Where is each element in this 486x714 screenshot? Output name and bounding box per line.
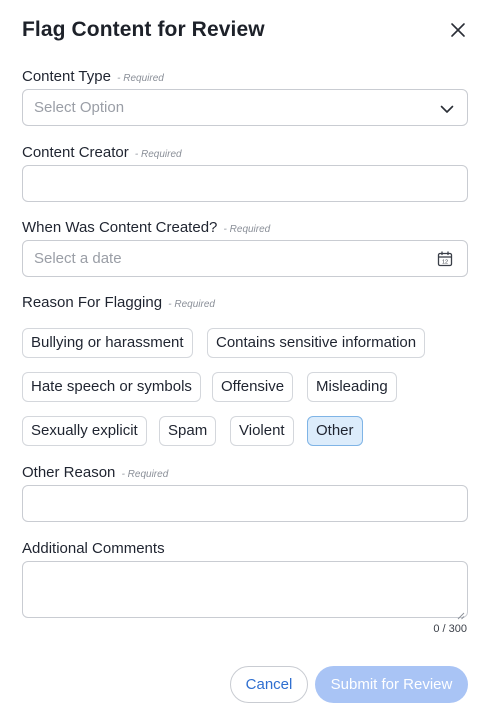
content-creator-label: Content Creator - Required [22,144,182,161]
content-type-label: Content Type - Required [22,68,164,85]
cancel-button[interactable]: Cancel [230,666,308,703]
required-tag: - Required [223,224,271,235]
content-creator-label-text: Content Creator [22,144,129,161]
other-reason-input[interactable] [23,486,467,521]
content-type-select[interactable]: Select Option [22,89,468,126]
reason-chip-hate-speech[interactable]: Hate speech or symbols [22,372,201,402]
required-tag: - Required [168,299,215,310]
other-reason-field[interactable] [22,485,468,522]
calendar-icon[interactable]: 12 [436,250,454,268]
reason-chip-sexually-explicit[interactable]: Sexually explicit [22,416,147,446]
dialog-title: Flag Content for Review [22,18,265,41]
reason-chip-offensive[interactable]: Offensive [212,372,294,402]
reason-chip-other[interactable]: Other [307,416,363,446]
other-reason-label-text: Other Reason [22,464,116,481]
reason-chip-sensitive-info[interactable]: Contains sensitive information [207,328,426,358]
reason-label-text: Reason For Flagging [22,294,163,311]
content-creator-input[interactable] [23,166,467,201]
content-type-label-text: Content Type [22,68,111,85]
created-date-label-text: When Was Content Created? [22,219,218,236]
close-icon[interactable] [448,20,468,40]
additional-comments-textarea[interactable] [22,561,468,620]
chevron-down-icon[interactable] [439,101,455,117]
created-date-placeholder: Select a date [34,250,122,267]
reason-chip-misleading[interactable]: Misleading [307,372,397,402]
required-tag: - Required [117,73,164,84]
created-date-label: When Was Content Created? - Required [22,219,270,236]
character-counter: 0 / 300 [433,623,467,635]
flag-content-dialog: Flag Content for Review Content Type - R… [0,0,486,714]
content-type-placeholder: Select Option [34,99,125,116]
created-date-picker[interactable]: Select a date 12 [22,240,468,277]
resize-grip-icon[interactable] [457,607,465,620]
other-reason-label: Other Reason - Required [22,464,168,481]
additional-comments-label: Additional Comments [22,540,165,557]
required-tag: - Required [121,469,169,480]
reason-chip-bullying[interactable]: Bullying or harassment [22,328,193,358]
reason-chip-violent[interactable]: Violent [230,416,294,446]
reason-label: Reason For Flagging - Required [22,294,215,311]
required-tag: - Required [134,149,182,160]
calendar-day-number: 12 [442,260,448,266]
reason-chip-spam[interactable]: Spam [159,416,217,446]
content-creator-field[interactable] [22,165,468,202]
submit-for-review-button[interactable]: Submit for Review [315,666,468,703]
